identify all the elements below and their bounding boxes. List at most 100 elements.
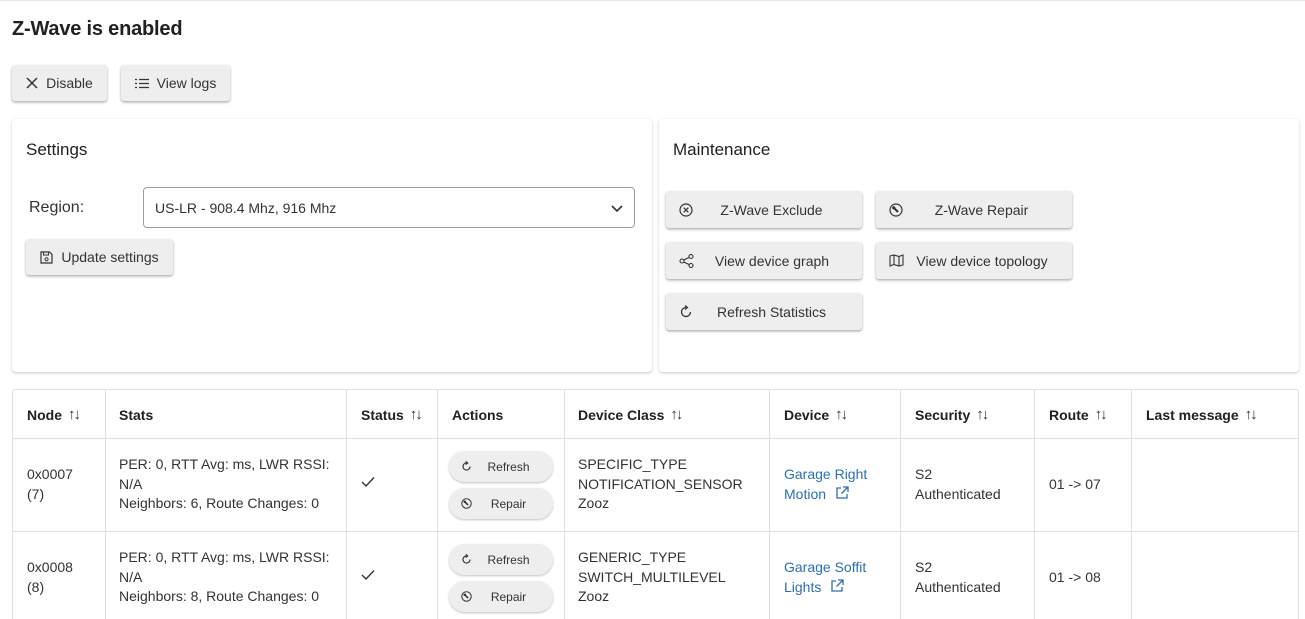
refresh-statistics-label: Refresh Statistics: [717, 303, 826, 320]
sort-icon: ↑↓: [670, 406, 683, 423]
refresh-statistics-button[interactable]: Refresh Statistics: [666, 293, 862, 330]
security-line: S2: [915, 559, 933, 575]
device-name-line: Motion: [784, 485, 827, 502]
device-name-line: Garage Right: [784, 466, 868, 482]
header-last-message-label: Last message: [1146, 406, 1239, 423]
repair-node-label: Repair: [490, 496, 527, 511]
maintenance-title: Maintenance: [673, 140, 771, 159]
status-cell: [361, 474, 375, 494]
device-link[interactable]: Garage Right Motion: [784, 465, 867, 504]
header-node[interactable]: Node ↑↓: [27, 390, 81, 439]
header-stats: Stats: [119, 390, 153, 439]
refresh-node-button[interactable]: Refresh: [449, 451, 553, 482]
disable-label: Disable: [46, 75, 93, 91]
top-divider: [0, 0, 1305, 1]
header-device[interactable]: Device ↑↓: [784, 390, 848, 439]
node-number: (8): [27, 578, 45, 595]
header-actions: Actions: [452, 390, 503, 439]
header-device-class[interactable]: Device Class ↑↓: [578, 390, 683, 439]
repair-node-button[interactable]: Repair: [449, 488, 553, 519]
stats-line: PER: 0, RTT Avg: ms, LWR RSSI:: [119, 456, 330, 472]
circle-x-icon: [679, 202, 693, 217]
repair-node-label: Repair: [490, 589, 527, 604]
wrench-circle-icon: [889, 202, 903, 217]
stats-line: N/A: [119, 568, 143, 585]
header-last-message[interactable]: Last message ↑↓: [1146, 390, 1258, 439]
zwave-exclude-button[interactable]: Z-Wave Exclude: [666, 191, 862, 228]
zwave-exclude-label: Z-Wave Exclude: [720, 201, 823, 218]
route-cell: 01 -> 08: [1049, 569, 1101, 585]
stats-line: N/A: [119, 475, 143, 492]
device-name-line: Lights: [784, 578, 822, 595]
sort-icon: ↑↓: [409, 406, 423, 423]
refresh-node-label: Refresh: [487, 459, 530, 474]
header-device-class-label: Device Class: [578, 406, 665, 423]
stats-line: Neighbors: 6, Route Changes: 0: [119, 495, 320, 511]
zwave-repair-button[interactable]: Z-Wave Repair: [876, 191, 1072, 228]
node-id: 0x0007: [27, 466, 73, 482]
view-logs-button[interactable]: View logs: [121, 65, 230, 101]
stats-cell: PER: 0, RTT Avg: ms, LWR RSSI: N/A Neigh…: [119, 548, 330, 607]
stats-line: PER: 0, RTT Avg: ms, LWR RSSI:: [119, 549, 330, 565]
list-icon: [134, 78, 149, 88]
wrench-circle-icon: [461, 498, 472, 509]
update-settings-label: Update settings: [61, 249, 159, 265]
node-id: 0x0008: [27, 559, 73, 575]
view-device-graph-button[interactable]: View device graph: [666, 242, 862, 279]
security-line: S2: [915, 466, 933, 482]
floppy-icon: [40, 250, 53, 264]
device-class-cell: GENERIC_TYPE SWITCH_MULTILEVEL Zooz: [578, 548, 726, 607]
header-security-label: Security: [915, 406, 971, 423]
table-header: Node ↑↓ Stats Status ↑↓ Actions Device Cla…: [13, 390, 1298, 439]
refresh-node-button[interactable]: Refresh: [449, 544, 553, 575]
settings-card: Settings Region: US-LR - 908.4 Mhz, 916 …: [12, 119, 652, 372]
sort-icon: ↑↓: [835, 406, 848, 423]
region-value: US-LR - 908.4 Mhz, 916 Mhz: [155, 199, 337, 216]
device-manufacturer: Zooz: [578, 495, 610, 511]
view-logs-label: View logs: [156, 75, 217, 91]
status-cell: [361, 567, 375, 587]
node-cell: 0x0007 (7): [27, 465, 73, 504]
view-device-topology-button[interactable]: View device topology: [876, 242, 1072, 279]
map-icon: [889, 254, 904, 267]
sort-icon: ↑↓: [1094, 406, 1108, 423]
security-line: Authenticated: [915, 578, 1001, 595]
header-stats-label: Stats: [119, 406, 154, 423]
header-device-label: Device: [784, 406, 830, 423]
device-class-line: SPECIFIC_TYPE: [578, 456, 687, 472]
header-actions-label: Actions: [452, 406, 504, 423]
page-title: Z-Wave is enabled: [12, 18, 183, 40]
view-device-topology-label: View device topology: [916, 252, 1048, 269]
header-status[interactable]: Status ↑↓: [361, 390, 423, 439]
header-node-label: Node: [27, 406, 62, 423]
header-status-label: Status: [361, 406, 404, 423]
close-icon: [26, 77, 38, 89]
table-row: 0x0008 (8) PER: 0, RTT Avg: ms, LWR RSSI…: [13, 532, 1298, 619]
device-name-line: Garage Soffit: [784, 559, 867, 575]
device-link[interactable]: Garage Soffit Lights: [784, 558, 866, 597]
header-route[interactable]: Route ↑↓: [1049, 390, 1108, 439]
refresh-icon: [462, 554, 471, 564]
share-icon: [679, 253, 694, 268]
device-class-line: SWITCH_MULTILEVEL: [578, 568, 726, 585]
device-class-line: GENERIC_TYPE: [578, 549, 687, 565]
node-number: (7): [27, 485, 45, 502]
repair-node-button[interactable]: Repair: [449, 581, 553, 612]
sort-icon: ↑↓: [976, 406, 989, 423]
maintenance-card: Maintenance Z-Wave Exclude Z-Wave Repair…: [659, 119, 1299, 372]
header-security[interactable]: Security ↑↓: [915, 390, 989, 439]
settings-title: Settings: [26, 140, 88, 159]
table-row: 0x0007 (7) PER: 0, RTT Avg: ms, LWR RSSI…: [13, 439, 1298, 532]
region-select[interactable]: US-LR - 908.4 Mhz, 916 Mhz: [143, 187, 635, 228]
security-cell: S2 Authenticated: [915, 465, 1001, 504]
wrench-circle-icon: [461, 591, 472, 602]
device-class-cell: SPECIFIC_TYPE NOTIFICATION_SENSOR Zooz: [578, 455, 743, 514]
route-cell: 01 -> 07: [1049, 476, 1101, 492]
header-route-label: Route: [1049, 406, 1089, 423]
refresh-node-label: Refresh: [487, 552, 530, 567]
node-cell: 0x0008 (8): [27, 558, 73, 597]
device-class-line: NOTIFICATION_SENSOR: [578, 475, 743, 492]
update-settings-button[interactable]: Update settings: [26, 239, 173, 275]
region-label: Region:: [29, 199, 85, 216]
disable-button[interactable]: Disable: [12, 65, 107, 101]
